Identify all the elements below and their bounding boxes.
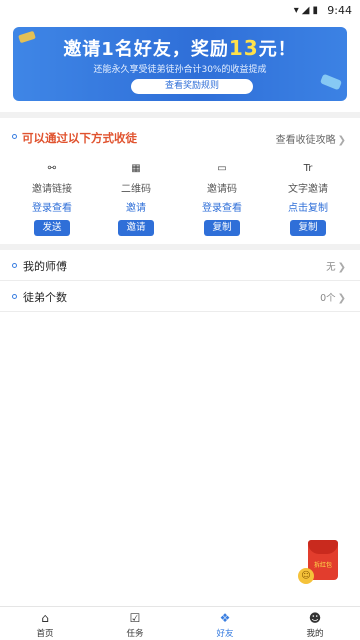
profile-icon: ☻: [308, 611, 322, 625]
chevron-right-icon: ❯: [337, 293, 346, 304]
banner-subtitle: 还能永久享受徒弟徒孙合计30%的收益提成: [93, 65, 267, 75]
headline-suffix: 元！: [258, 39, 297, 60]
method-qrcode: ▦ 二维码 邀请 邀请: [96, 163, 176, 236]
row-value-text: 无: [326, 262, 336, 273]
method-name: 邀请码: [207, 184, 237, 195]
banner-decoration: [319, 73, 343, 91]
text-icon: Tr: [303, 163, 313, 174]
row-value: 0个 ❯: [320, 290, 346, 304]
envelope-label: 拆红包: [313, 562, 332, 569]
signal-icon: ◢: [301, 5, 310, 16]
tab-tasks[interactable]: ☑ 任务: [90, 607, 180, 640]
copy-text-button[interactable]: 复制: [290, 220, 326, 236]
battery-icon: ▮: [312, 5, 318, 16]
method-name: 二维码: [121, 184, 151, 195]
tab-home[interactable]: ⌂ 首页: [0, 607, 90, 640]
tab-label: 首页: [36, 629, 54, 639]
row-label: 我的师傅: [23, 260, 67, 273]
invite-banner[interactable]: 邀请1名好友，奖励13元！ 还能永久享受徒弟徒孙合计30%的收益提成 查看奖励规…: [13, 27, 347, 101]
tab-label: 好友: [216, 629, 234, 639]
section-divider: [0, 112, 360, 118]
section-divider: [0, 244, 360, 250]
row-value-text: 0个: [320, 293, 336, 304]
method-invite-code: ▭ 邀请码 登录查看 复制: [182, 163, 262, 236]
invite-button[interactable]: 邀请: [118, 220, 154, 236]
view-rules-button[interactable]: 查看奖励规则: [131, 79, 253, 94]
method-name: 文字邀请: [288, 184, 328, 195]
status-bar: ▾ ◢ ▮ 9:44: [0, 0, 360, 22]
clock: 9:44: [327, 4, 352, 17]
qrcode-icon: ▦: [131, 163, 141, 174]
method-text-invite: Tr 文字邀请 点击复制 复制: [268, 163, 348, 236]
send-button[interactable]: 发送: [34, 220, 70, 236]
tab-profile[interactable]: ☻ 我的: [270, 607, 360, 640]
chevron-right-icon: ❯: [337, 135, 346, 146]
tab-friends[interactable]: ❖ 好友: [180, 607, 270, 640]
wifi-icon: ▾: [293, 5, 299, 16]
section-title: 可以通过以下方式收徒: [22, 131, 137, 145]
friends-icon: ❖: [219, 611, 231, 625]
link-icon: ⚯: [47, 163, 57, 174]
chevron-right-icon: ❯: [337, 262, 346, 273]
task-icon: ☑: [129, 611, 141, 625]
tab-label: 我的: [306, 629, 324, 639]
method-action-text[interactable]: 登录查看: [12, 199, 92, 214]
banner-headline: 邀请1名好友，奖励13元！: [13, 35, 347, 61]
methods-section-header: 可以通过以下方式收徒 查看收徒攻略 ❯: [0, 127, 360, 149]
reward-amount: 13: [228, 36, 259, 60]
code-icon: ▭: [217, 163, 227, 174]
bottom-tab-bar: ⌂ 首页 ☑ 任务 ❖ 好友 ☻ 我的: [0, 606, 360, 640]
method-name: 邀请链接: [32, 184, 72, 195]
apprentice-count-row[interactable]: 徒弟个数 0个 ❯: [0, 282, 360, 312]
method-action-text[interactable]: 登录查看: [182, 199, 262, 214]
system-icons: ▾ ◢ ▮: [294, 5, 318, 17]
method-action-text[interactable]: 点击复制: [268, 199, 348, 214]
headline-text: 邀请1名好友，奖励: [63, 39, 229, 60]
envelope-flap: [308, 540, 338, 554]
bullet-icon: [12, 134, 17, 139]
red-envelope-button[interactable]: 拆红包 ☺: [298, 540, 342, 588]
bullet-icon: [12, 263, 17, 268]
home-icon: ⌂: [41, 611, 49, 625]
row-label: 徒弟个数: [23, 291, 67, 304]
bullet-icon: [12, 294, 17, 299]
guide-link[interactable]: 查看收徒攻略 ❯: [276, 131, 346, 146]
coin-icon: ☺: [298, 568, 314, 584]
copy-code-button[interactable]: 复制: [204, 220, 240, 236]
row-value: 无 ❯: [326, 259, 346, 273]
guide-link-label: 查看收徒攻略: [275, 135, 336, 146]
my-master-row[interactable]: 我的师傅 无 ❯: [0, 251, 360, 281]
method-action-text[interactable]: 邀请: [96, 199, 176, 214]
method-invite-link: ⚯ 邀请链接 登录查看 发送: [12, 163, 92, 236]
tab-label: 任务: [126, 629, 144, 639]
